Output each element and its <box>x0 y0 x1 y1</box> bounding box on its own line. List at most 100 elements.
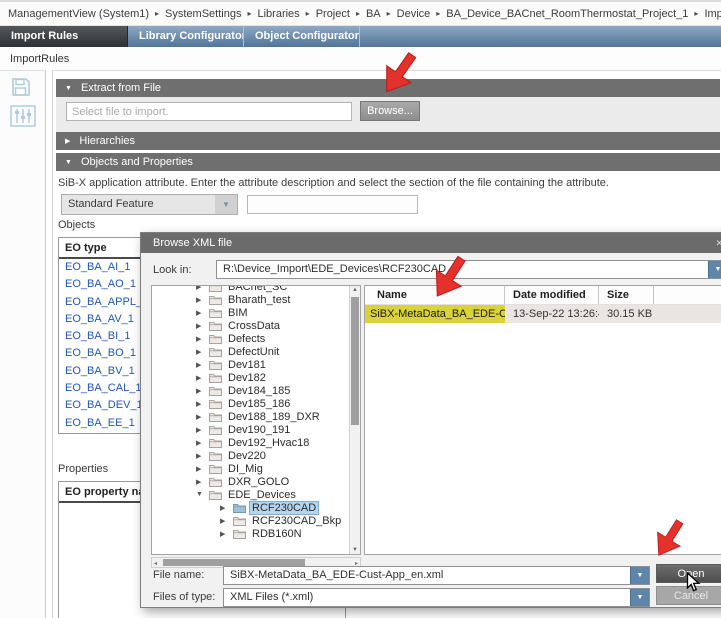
tab[interactable]: Import Rules <box>0 26 128 47</box>
expander-icon[interactable]: ▶ <box>196 296 209 304</box>
filter-settings-icon[interactable] <box>10 105 36 129</box>
expander-icon[interactable]: ▶ <box>196 478 209 486</box>
tree-item[interactable]: ▶ Dev192_Hvac18 <box>152 436 348 449</box>
files-of-type-value: XML Files (*.xml) <box>230 591 313 603</box>
folder-icon <box>233 529 249 539</box>
scroll-up-icon[interactable]: ▲ <box>350 287 360 293</box>
breadcrumb-separator-icon: ▸ <box>436 9 440 18</box>
look-in-label: Look in: <box>153 264 192 276</box>
column-header-date-modified[interactable]: Date modified <box>505 286 599 304</box>
tree-item-label: CrossData <box>225 320 283 332</box>
file-row[interactable]: SiBX-MetaData_BA_EDE-Cus... 13-Sep-22 13… <box>365 305 721 323</box>
tree-item[interactable]: ▶ CrossData <box>152 319 348 332</box>
tab[interactable]: Library Configurator <box>128 26 244 47</box>
tree-item[interactable]: ▶ RDB160N <box>152 527 348 540</box>
section-hierarchies[interactable]: ▶ Hierarchies <box>56 132 720 150</box>
browse-button[interactable]: Browse... <box>360 101 420 121</box>
tree-item[interactable]: ▶ Dev188_189_DXR <box>152 410 348 423</box>
open-button[interactable]: Open <box>656 564 721 583</box>
tree-item[interactable]: ▶ Dev181 <box>152 358 348 371</box>
tree-item[interactable]: ▶ BIM <box>152 306 348 319</box>
tree-item[interactable]: ▶ Dev184_185 <box>152 384 348 397</box>
close-icon[interactable]: ✕ <box>715 233 721 253</box>
column-header-name[interactable]: Name <box>365 286 505 304</box>
file-name-cell[interactable]: SiBX-MetaData_BA_EDE-Cus... <box>365 305 505 323</box>
tree-item[interactable]: ▶ Dev182 <box>152 371 348 384</box>
tree-item[interactable]: ▶ Defects <box>152 332 348 345</box>
breadcrumb-item[interactable]: SystemSettings <box>165 8 241 20</box>
feature-select[interactable]: Standard Feature ▼ <box>61 194 238 215</box>
expander-icon[interactable]: ▶ <box>196 374 209 382</box>
expander-icon[interactable]: ▶ <box>220 504 233 512</box>
tree-item[interactable]: ▶ Bharath_test <box>152 293 348 306</box>
scrollbar-thumb[interactable] <box>351 297 359 425</box>
folder-icon <box>209 451 225 461</box>
tree-item-label: RCF230CAD_Bkp <box>249 515 344 527</box>
expander-icon[interactable]: ▶ <box>196 413 209 421</box>
expander-icon[interactable]: ▶ <box>196 322 209 330</box>
file-name-combo[interactable]: SiBX-MetaData_BA_EDE-Cust-App_en.xml ▼ <box>223 566 650 585</box>
tree-item[interactable]: ▶ DefectUnit <box>152 345 348 358</box>
chevron-down-icon[interactable]: ▼ <box>630 566 650 585</box>
expander-icon[interactable]: ▶ <box>196 309 209 317</box>
expander-icon[interactable]: ▶ <box>196 465 209 473</box>
look-in-combo[interactable]: R:\Device_Import\EDE_Devices\RCF230CAD ▼ <box>216 260 721 279</box>
tree-item[interactable]: ▶ RCF230CAD_Bkp <box>152 514 348 527</box>
tree-item[interactable]: ▶ Dev185_186 <box>152 397 348 410</box>
chevron-down-icon[interactable]: ▼ <box>215 195 237 214</box>
section-objects-and-properties[interactable]: ▼ Objects and Properties <box>56 153 720 171</box>
tab[interactable]: Object Configurator <box>244 26 360 47</box>
breadcrumb-separator-icon: ▸ <box>694 9 698 18</box>
cancel-button[interactable]: Cancel <box>656 586 721 605</box>
tree-item[interactable]: ▶ RCF230CAD <box>152 501 348 514</box>
expander-icon[interactable]: ▶ <box>196 361 209 369</box>
folder-icon <box>209 425 225 435</box>
tree-item-label: BIM <box>225 307 251 319</box>
column-header-size[interactable]: Size <box>599 286 654 304</box>
tree-item[interactable]: ▶ Dev220 <box>152 449 348 462</box>
expander-icon[interactable]: ▶ <box>196 335 209 343</box>
breadcrumb-item[interactable]: ManagementView (System1) <box>8 8 149 20</box>
properties-label: Properties <box>58 463 108 475</box>
expander-icon[interactable]: ▶ <box>196 400 209 408</box>
folder-icon <box>209 399 225 409</box>
tree-item[interactable]: ▶ BACnet_SC <box>152 285 348 293</box>
expander-icon[interactable]: ▶ <box>196 285 209 291</box>
folder-icon <box>233 516 249 526</box>
expander-icon[interactable]: ▶ <box>196 452 209 460</box>
tree-item[interactable]: ▶ DXR_GOLO <box>152 475 348 488</box>
attribute-input[interactable] <box>247 195 418 214</box>
chevron-down-icon[interactable]: ▼ <box>630 588 650 607</box>
expander-icon[interactable]: ▶ <box>220 530 233 538</box>
tree-item-label: DefectUnit <box>225 346 282 358</box>
dialog-titlebar[interactable]: Browse XML file ✕ <box>141 233 721 253</box>
breadcrumb-item[interactable]: Project <box>316 8 350 20</box>
breadcrumb-item[interactable]: BA_Device_BACnet_RoomThermostat_Project_… <box>446 8 688 20</box>
expander-icon[interactable]: ▼ <box>196 491 209 498</box>
expander-icon[interactable]: ▶ <box>196 426 209 434</box>
column-header-blank <box>654 286 721 304</box>
scroll-left-icon[interactable]: ◂ <box>154 560 157 567</box>
tree-item[interactable]: ▶ DI_Mig <box>152 462 348 475</box>
tree-item[interactable]: ▼ EDE_Devices <box>152 488 348 501</box>
breadcrumb-item[interactable]: BA <box>366 8 381 20</box>
scrollbar-thumb[interactable] <box>163 559 305 566</box>
chevron-down-icon[interactable]: ▼ <box>708 260 721 279</box>
folder-icon <box>209 412 225 422</box>
import-file-input[interactable] <box>66 102 352 121</box>
breadcrumb-item[interactable]: Libraries <box>257 8 299 20</box>
section-extract-from-file[interactable]: ▼ Extract from File <box>56 79 720 97</box>
files-of-type-combo[interactable]: XML Files (*.xml) ▼ <box>223 588 650 607</box>
breadcrumb-separator-icon: ▸ <box>306 9 310 18</box>
expander-icon[interactable]: ▶ <box>220 517 233 525</box>
expander-icon[interactable]: ▶ <box>196 439 209 447</box>
breadcrumb-item[interactable]: ImportRules <box>704 8 721 20</box>
breadcrumb-item[interactable]: Device <box>397 8 431 20</box>
save-icon[interactable] <box>10 77 36 101</box>
expander-icon[interactable]: ▶ <box>196 348 209 356</box>
look-in-value: R:\Device_Import\EDE_Devices\RCF230CAD <box>223 263 446 275</box>
tree-vertical-scrollbar[interactable]: ▲ ▼ <box>349 286 360 554</box>
scroll-down-icon[interactable]: ▼ <box>350 547 360 553</box>
tree-item[interactable]: ▶ Dev190_191 <box>152 423 348 436</box>
expander-icon[interactable]: ▶ <box>196 387 209 395</box>
